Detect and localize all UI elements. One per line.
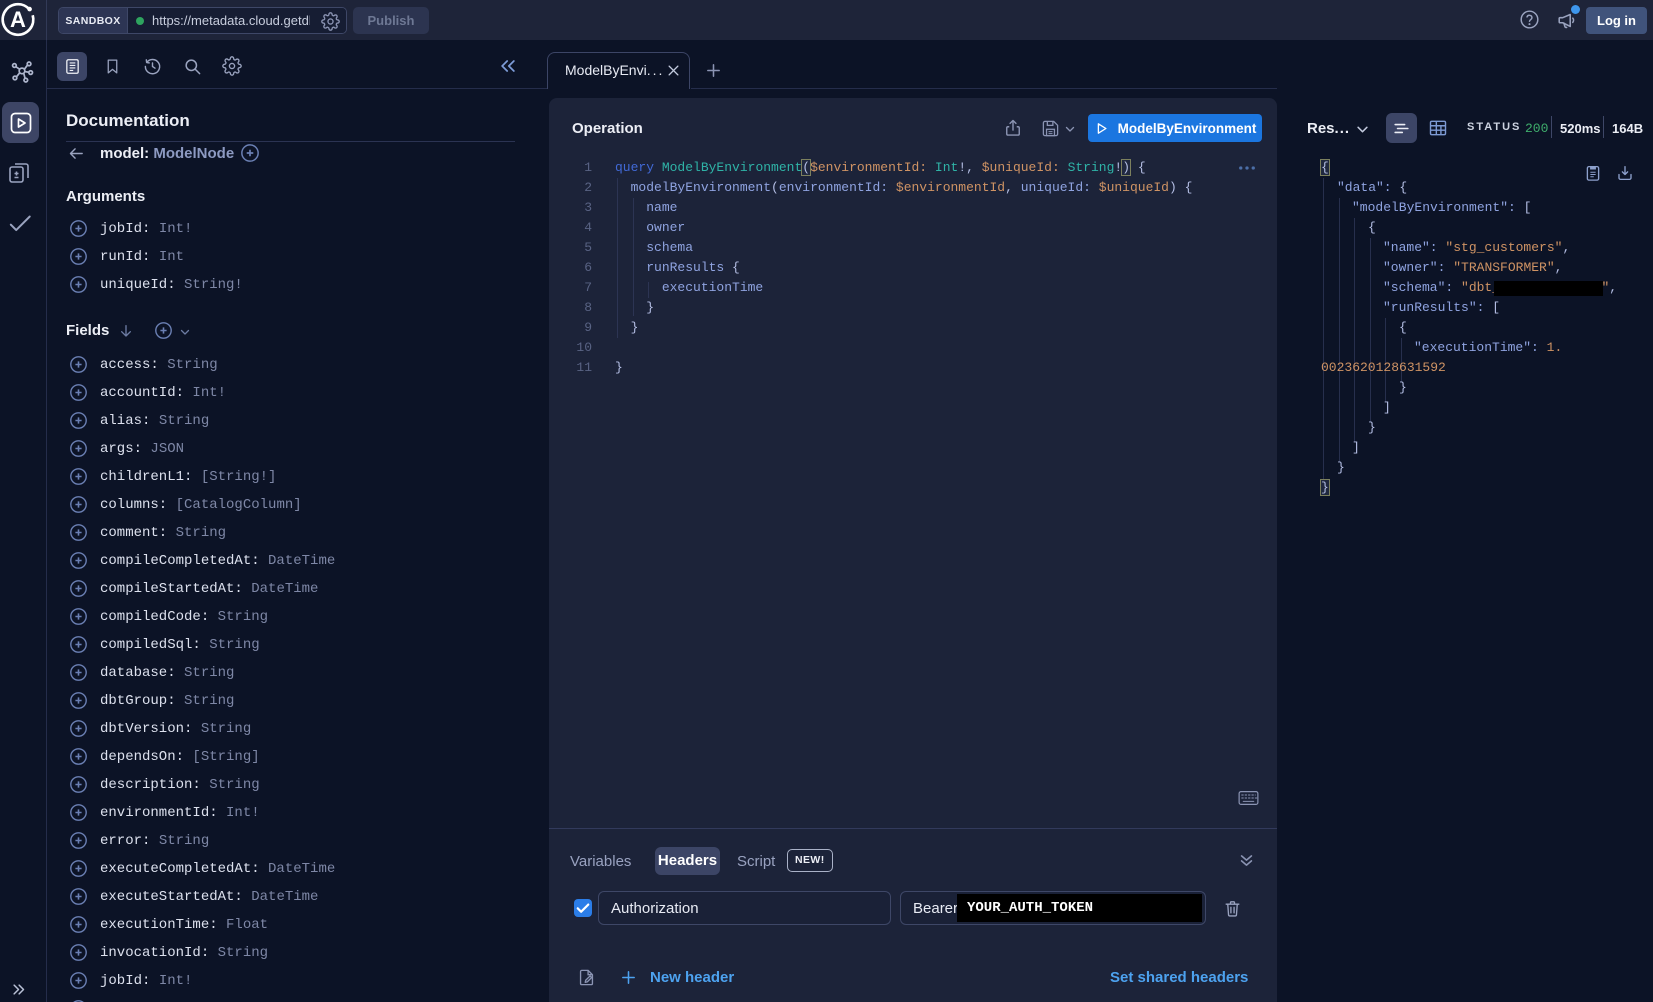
svg-text:A: A [10,7,26,32]
